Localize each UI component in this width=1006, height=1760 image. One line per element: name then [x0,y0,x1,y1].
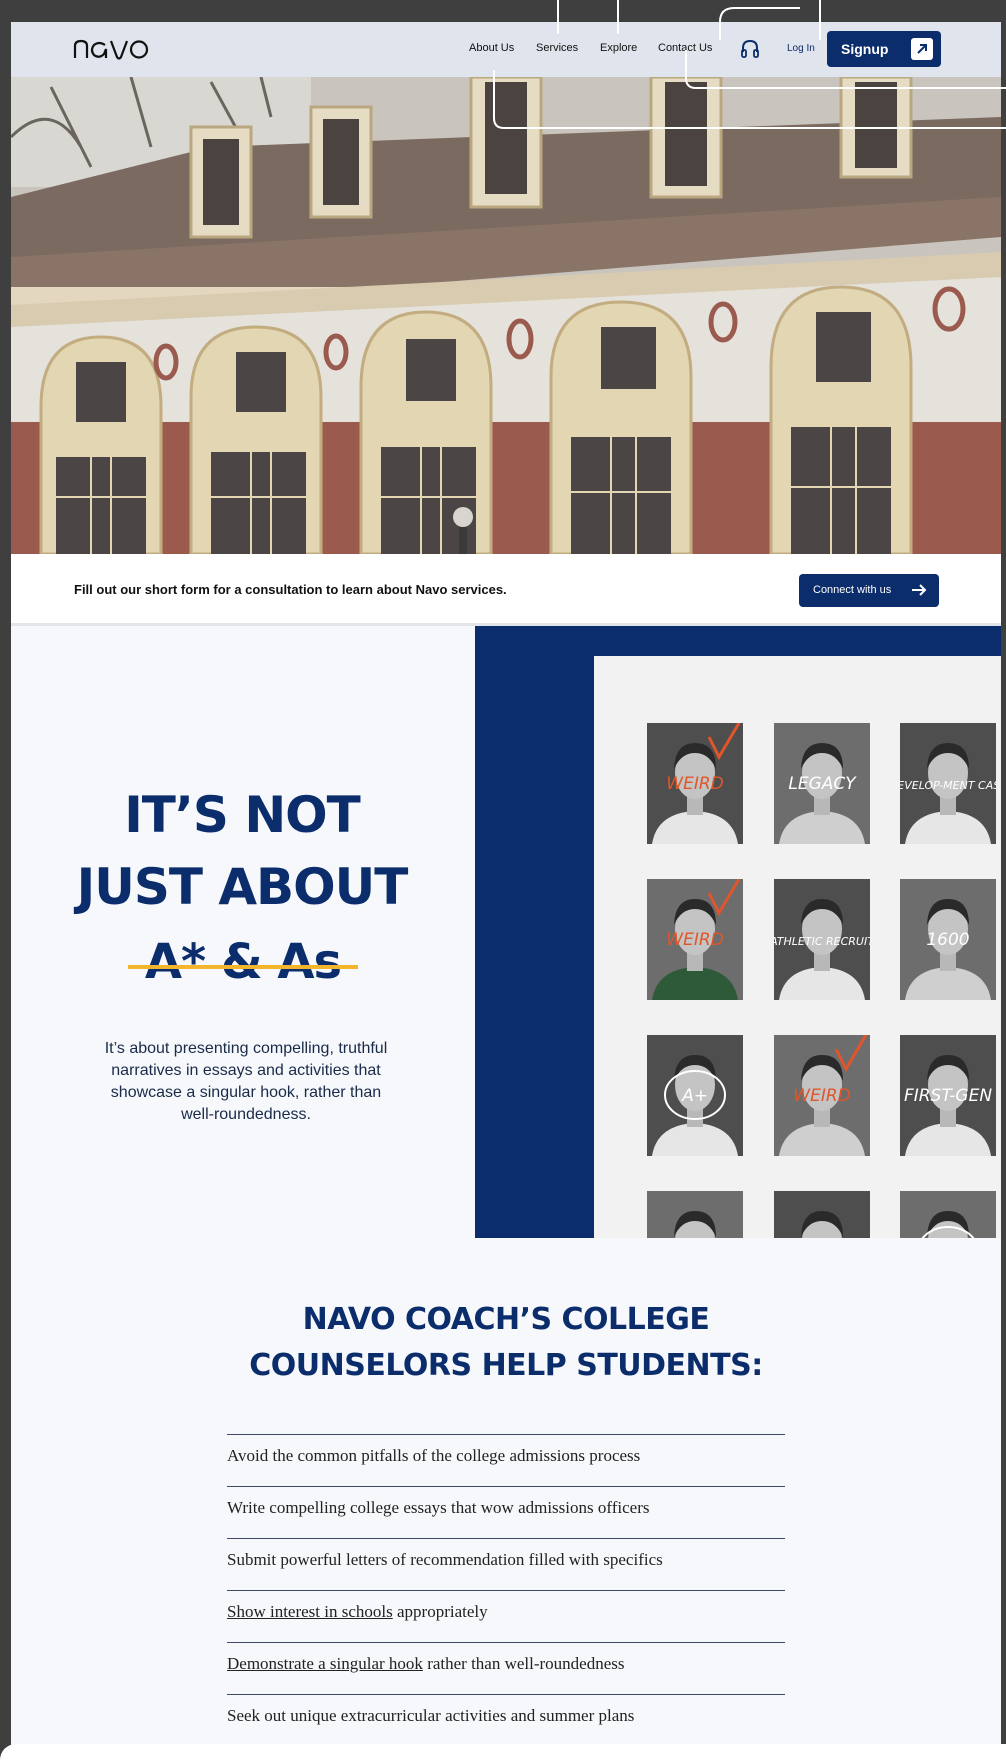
list-item: Submit powerful letters of recommendatio… [227,1538,785,1590]
photo-label: WEIRD [666,774,723,794]
photo-label: WEIRD [666,930,723,950]
list-item-text: rather than well-roundedness [422,1654,625,1673]
connect-with-us-button[interactable]: Connect with us [799,574,939,607]
counselors-title-line1: NAVO COACH’S COLLEGE [302,1302,710,1337]
pitch-section: IT’S NOT JUST ABOUT A* & As It’s about p… [11,626,473,1238]
connect-label: Connect with us [813,584,892,596]
pitch-headline-line1: IT’S NOT [124,786,361,844]
struck-grades-text: A* & As [144,934,342,990]
show-interest-link[interactable]: Show interest in schools [227,1602,393,1621]
student-photo: 36 [774,1191,870,1238]
student-photo-grid: WEIRD LEGACY DEVELOP-MENT CASE WEIRD ATHLETI… [594,656,1001,1238]
photo-label: DEVELOP-MENT CASE [900,779,996,792]
site-header: About Us Services Explore Contact Us Log… [11,22,1001,77]
nav-about-us[interactable]: About Us [469,42,514,54]
pitch-body: It’s about presenting compelling, truthf… [104,1040,388,1123]
photo-label: FIRST-GEN [904,1086,992,1106]
photo-label: ATHLETIC RECRUIT [774,935,870,948]
nav-explore[interactable]: Explore [600,42,637,54]
list-item: Avoid the common pitfalls of the college… [227,1434,785,1486]
list-item-text: Avoid the common pitfalls of the college… [227,1446,641,1465]
student-photo: DEVELOP-MENT CASE [900,723,996,844]
arrow-right-icon [912,584,927,596]
student-photo: WEIRD [774,1035,870,1156]
student-photo: A+ [647,1035,743,1156]
list-item-text: Write compelling college essays that wow… [227,1498,650,1517]
counselor-help-list: Avoid the common pitfalls of the college… [227,1434,785,1746]
headset-icon[interactable] [739,38,761,60]
student-photo: 1600 [900,879,996,1000]
consultation-banner: Fill out our short form for a consultati… [11,554,1001,626]
arrow-up-right-icon [911,38,933,60]
student-photo: WEIRD [647,723,743,844]
list-item-text: Seek out unique extracurricular activiti… [227,1706,635,1725]
photo-label: A+ [681,1086,708,1106]
list-item-text: Submit powerful letters of recommendatio… [227,1550,663,1569]
list-item: Demonstrate a singular hook rather than … [227,1642,785,1694]
singular-hook-link[interactable]: Demonstrate a singular hook [227,1654,423,1673]
photo-label: LEGACY [788,774,857,794]
signup-button[interactable]: Signup [827,31,941,67]
nav-services[interactable]: Services [536,42,578,54]
list-item-text: appropriately [392,1602,488,1621]
strikethrough-line [128,965,358,969]
student-photo: FIRST-GEN [900,1035,996,1156]
student-photo: LEGACY [647,1191,743,1238]
photo-label: 1600 [926,930,969,950]
page: About Us Services Explore Contact Us Log… [11,22,1001,1760]
nav-contact-us[interactable]: Contact Us [658,42,712,54]
student-photo: ATHLETIC RECRUIT [774,879,870,1000]
student-photo: WEIRD [647,879,743,1000]
signup-label: Signup [841,41,889,57]
consultation-text: Fill out our short form for a consultati… [74,582,507,597]
login-link[interactable]: Log In [787,43,815,54]
struck-grades: A* & As [128,934,358,994]
photo-label: WEIRD [793,1086,850,1106]
student-photo: A+ [900,1191,996,1238]
navo-logo[interactable] [71,36,151,62]
list-item: Write compelling college essays that wow… [227,1486,785,1538]
counselors-title-line2: COUNSELORS HELP STUDENTS: [249,1348,763,1383]
list-item: Show interest in schools appropriately [227,1590,785,1642]
list-item: Seek out unique extracurricular activiti… [227,1694,785,1746]
pitch-headline-line2: JUST ABOUT [76,858,409,916]
bottom-card-edge [0,1744,1006,1760]
hero-campus-photo [11,77,1001,554]
student-photo: LEGACY [774,723,870,844]
